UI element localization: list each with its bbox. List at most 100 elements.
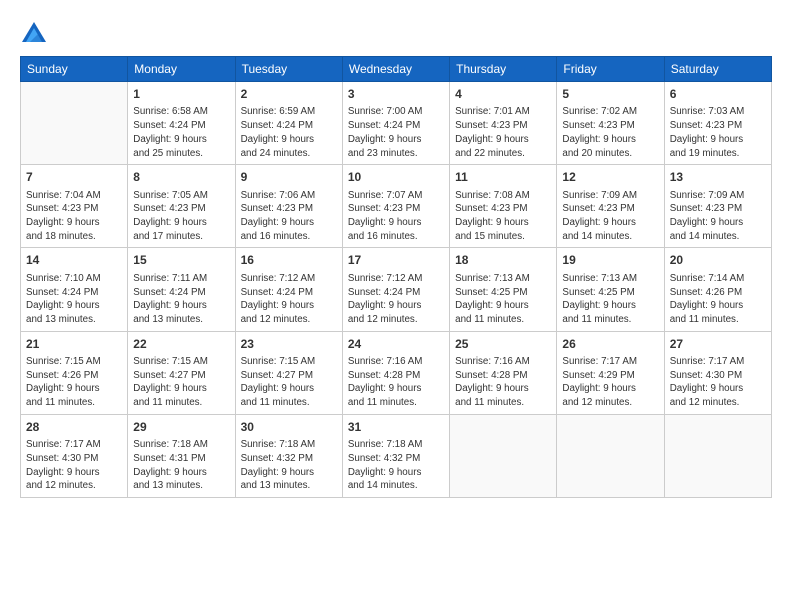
day-info: Sunrise: 7:14 AMSunset: 4:26 PMDaylight:…: [670, 272, 766, 327]
page: SundayMondayTuesdayWednesdayThursdayFrid…: [0, 0, 792, 612]
week-row-0: 1 Sunrise: 6:58 AMSunset: 4:24 PMDaylight…: [21, 82, 772, 165]
day-number: 15: [133, 252, 229, 269]
week-row-1: 7 Sunrise: 7:04 AMSunset: 4:23 PMDaylight…: [21, 165, 772, 248]
day-info: Sunrise: 7:11 AMSunset: 4:24 PMDaylight:…: [133, 272, 229, 327]
day-info: Sunrise: 7:15 AMSunset: 4:27 PMDaylight:…: [133, 355, 229, 410]
day-cell: 15 Sunrise: 7:11 AMSunset: 4:24 PMDayligh…: [128, 248, 235, 331]
day-number: 11: [455, 169, 551, 186]
day-cell: 23 Sunrise: 7:15 AMSunset: 4:27 PMDayligh…: [235, 331, 342, 414]
day-cell: 30 Sunrise: 7:18 AMSunset: 4:32 PMDayligh…: [235, 414, 342, 497]
day-cell: 12Sunrise: 7:09 AMSunset: 4:23 PMDayligh…: [557, 165, 664, 248]
day-number: 19: [562, 252, 658, 269]
day-info: Sunrise: 7:18 AMSunset: 4:32 PMDaylight:…: [348, 438, 444, 493]
day-cell: 19 Sunrise: 7:13 AMSunset: 4:25 PMDayligh…: [557, 248, 664, 331]
day-number: 31: [348, 419, 444, 436]
day-info: Sunrise: 7:02 AMSunset: 4:23 PMDaylight:…: [562, 105, 658, 160]
day-info: Sunrise: 7:00 AMSunset: 4:24 PMDaylight:…: [348, 105, 444, 160]
day-number: 24: [348, 336, 444, 353]
day-info: Sunrise: 7:16 AMSunset: 4:28 PMDaylight:…: [455, 355, 551, 410]
calendar-body: 1 Sunrise: 6:58 AMSunset: 4:24 PMDaylight…: [21, 82, 772, 498]
day-cell: 11Sunrise: 7:08 AMSunset: 4:23 PMDayligh…: [450, 165, 557, 248]
day-info: Sunrise: 7:18 AMSunset: 4:31 PMDaylight:…: [133, 438, 229, 493]
day-cell: 24Sunrise: 7:16 AMSunset: 4:28 PMDayligh…: [342, 331, 449, 414]
day-info: Sunrise: 7:17 AMSunset: 4:30 PMDaylight:…: [670, 355, 766, 410]
day-number: 2: [241, 86, 337, 103]
day-of-week-monday: Monday: [128, 57, 235, 82]
day-cell: 3 Sunrise: 7:00 AMSunset: 4:24 PMDaylight…: [342, 82, 449, 165]
day-cell: 21Sunrise: 7:15 AMSunset: 4:26 PMDayligh…: [21, 331, 128, 414]
day-number: 18: [455, 252, 551, 269]
day-info: Sunrise: 6:59 AMSunset: 4:24 PMDaylight:…: [241, 105, 337, 160]
day-info: Sunrise: 7:03 AMSunset: 4:23 PMDaylight:…: [670, 105, 766, 160]
day-cell: 6Sunrise: 7:03 AMSunset: 4:23 PMDaylight…: [664, 82, 771, 165]
header-row: SundayMondayTuesdayWednesdayThursdayFrid…: [21, 57, 772, 82]
day-number: 5: [562, 86, 658, 103]
day-cell: 20 Sunrise: 7:14 AMSunset: 4:26 PMDayligh…: [664, 248, 771, 331]
day-of-week-tuesday: Tuesday: [235, 57, 342, 82]
day-number: 26: [562, 336, 658, 353]
day-info: Sunrise: 7:01 AMSunset: 4:23 PMDaylight:…: [455, 105, 551, 160]
day-cell: 17Sunrise: 7:12 AMSunset: 4:24 PMDayligh…: [342, 248, 449, 331]
day-number: 17: [348, 252, 444, 269]
day-info: Sunrise: 7:17 AMSunset: 4:30 PMDaylight:…: [26, 438, 122, 493]
day-number: 4: [455, 86, 551, 103]
day-cell: 8 Sunrise: 7:05 AMSunset: 4:23 PMDaylight…: [128, 165, 235, 248]
day-number: 9: [241, 169, 337, 186]
day-cell: 7 Sunrise: 7:04 AMSunset: 4:23 PMDaylight…: [21, 165, 128, 248]
day-info: Sunrise: 7:18 AMSunset: 4:32 PMDaylight:…: [241, 438, 337, 493]
day-info: Sunrise: 7:13 AMSunset: 4:25 PMDaylight:…: [562, 272, 658, 327]
day-number: 1: [133, 86, 229, 103]
day-number: 8: [133, 169, 229, 186]
day-number: 3: [348, 86, 444, 103]
day-cell: 5 Sunrise: 7:02 AMSunset: 4:23 PMDaylight…: [557, 82, 664, 165]
day-cell: [664, 414, 771, 497]
day-cell: [557, 414, 664, 497]
day-cell: 4 Sunrise: 7:01 AMSunset: 4:23 PMDaylight…: [450, 82, 557, 165]
day-number: 20: [670, 252, 766, 269]
day-cell: 16Sunrise: 7:12 AMSunset: 4:24 PMDayligh…: [235, 248, 342, 331]
week-row-4: 28Sunrise: 7:17 AMSunset: 4:30 PMDayligh…: [21, 414, 772, 497]
day-number: 13: [670, 169, 766, 186]
day-cell: 29 Sunrise: 7:18 AMSunset: 4:31 PMDayligh…: [128, 414, 235, 497]
day-of-week-friday: Friday: [557, 57, 664, 82]
day-cell: 13 Sunrise: 7:09 AMSunset: 4:23 PMDayligh…: [664, 165, 771, 248]
day-cell: 14Sunrise: 7:10 AMSunset: 4:24 PMDayligh…: [21, 248, 128, 331]
day-info: Sunrise: 7:04 AMSunset: 4:23 PMDaylight:…: [26, 189, 122, 244]
day-number: 23: [241, 336, 337, 353]
day-info: Sunrise: 6:58 AMSunset: 4:24 PMDaylight:…: [133, 105, 229, 160]
day-number: 27: [670, 336, 766, 353]
day-number: 30: [241, 419, 337, 436]
day-of-week-wednesday: Wednesday: [342, 57, 449, 82]
day-number: 10: [348, 169, 444, 186]
day-of-week-thursday: Thursday: [450, 57, 557, 82]
logo: [20, 20, 52, 48]
day-info: Sunrise: 7:13 AMSunset: 4:25 PMDaylight:…: [455, 272, 551, 327]
week-row-3: 21Sunrise: 7:15 AMSunset: 4:26 PMDayligh…: [21, 331, 772, 414]
day-info: Sunrise: 7:15 AMSunset: 4:26 PMDaylight:…: [26, 355, 122, 410]
day-cell: 1 Sunrise: 6:58 AMSunset: 4:24 PMDaylight…: [128, 82, 235, 165]
day-number: 29: [133, 419, 229, 436]
logo-icon: [20, 20, 48, 48]
day-cell: 26Sunrise: 7:17 AMSunset: 4:29 PMDayligh…: [557, 331, 664, 414]
day-cell: [450, 414, 557, 497]
day-cell: 28Sunrise: 7:17 AMSunset: 4:30 PMDayligh…: [21, 414, 128, 497]
day-number: 7: [26, 169, 122, 186]
day-info: Sunrise: 7:15 AMSunset: 4:27 PMDaylight:…: [241, 355, 337, 410]
day-cell: 27 Sunrise: 7:17 AMSunset: 4:30 PMDayligh…: [664, 331, 771, 414]
day-cell: 18 Sunrise: 7:13 AMSunset: 4:25 PMDayligh…: [450, 248, 557, 331]
day-info: Sunrise: 7:09 AMSunset: 4:23 PMDaylight:…: [670, 189, 766, 244]
day-number: 16: [241, 252, 337, 269]
day-info: Sunrise: 7:05 AMSunset: 4:23 PMDaylight:…: [133, 189, 229, 244]
day-info: Sunrise: 7:06 AMSunset: 4:23 PMDaylight:…: [241, 189, 337, 244]
day-cell: 2 Sunrise: 6:59 AMSunset: 4:24 PMDaylight…: [235, 82, 342, 165]
week-row-2: 14Sunrise: 7:10 AMSunset: 4:24 PMDayligh…: [21, 248, 772, 331]
calendar-table: SundayMondayTuesdayWednesdayThursdayFrid…: [20, 56, 772, 498]
day-of-week-sunday: Sunday: [21, 57, 128, 82]
day-of-week-saturday: Saturday: [664, 57, 771, 82]
day-number: 12: [562, 169, 658, 186]
day-cell: 25Sunrise: 7:16 AMSunset: 4:28 PMDayligh…: [450, 331, 557, 414]
day-number: 14: [26, 252, 122, 269]
day-cell: [21, 82, 128, 165]
day-cell: 22Sunrise: 7:15 AMSunset: 4:27 PMDayligh…: [128, 331, 235, 414]
day-info: Sunrise: 7:07 AMSunset: 4:23 PMDaylight:…: [348, 189, 444, 244]
